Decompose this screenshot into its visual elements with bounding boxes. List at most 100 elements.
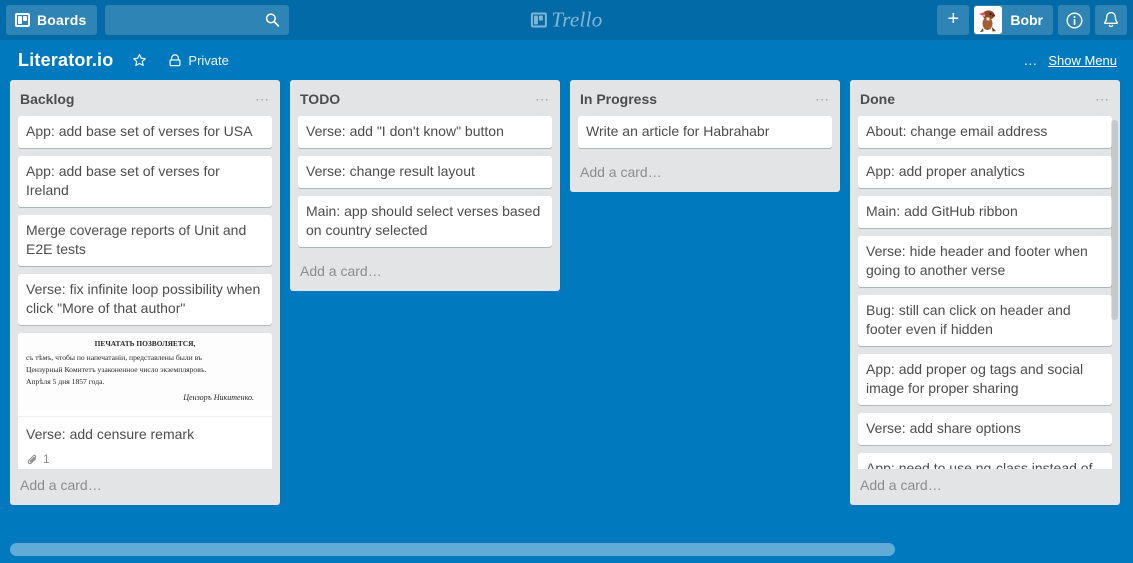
card-title: Main: app should select verses based on … xyxy=(306,203,541,238)
list-menu-icon[interactable]: ⋯ xyxy=(533,90,552,108)
card-title: Verse: hide header and footer when going… xyxy=(866,243,1088,278)
visibility-button[interactable]: Private xyxy=(161,49,235,72)
beaver-avatar xyxy=(974,6,1003,34)
list-header: Done ⋯ xyxy=(850,80,1120,116)
board-header-right: … Show Menu xyxy=(1023,52,1117,68)
card-title: App: add base set of verses for USA xyxy=(26,123,253,139)
list: Done ⋯ About: change email address App: add… xyxy=(850,80,1120,505)
star-button[interactable] xyxy=(125,49,154,72)
card-list: About: change email address App: add prop… xyxy=(850,116,1120,469)
card-title: Main: add GitHub ribbon xyxy=(866,203,1018,219)
header-right-group: + Bobr xyxy=(937,5,1127,35)
card-list: Write an article for Habrahabr xyxy=(570,116,840,156)
board-scrollbar-thumb[interactable] xyxy=(10,542,895,556)
list-title[interactable]: Backlog xyxy=(20,90,253,108)
list-menu-icon[interactable]: ⋯ xyxy=(1093,90,1112,108)
card[interactable]: Verse: fix infinite loop possibility whe… xyxy=(18,274,272,325)
card[interactable]: Bug: still can click on header and foote… xyxy=(858,295,1112,346)
list-menu-icon[interactable]: ⋯ xyxy=(253,90,272,108)
card-title: Write an article for Habrahabr xyxy=(586,123,770,139)
card-title: Verse: change result layout xyxy=(306,163,475,179)
card[interactable]: Main: add GitHub ribbon xyxy=(858,196,1112,228)
list-header: Backlog ⋯ xyxy=(10,80,280,116)
card-title: App: add base set of verses for Ireland xyxy=(26,163,220,198)
card[interactable]: Write an article for Habrahabr xyxy=(578,116,832,148)
visibility-label: Private xyxy=(188,52,229,68)
add-card-button[interactable]: Add a card… xyxy=(290,255,560,291)
card[interactable]: About: change email address xyxy=(858,116,1112,148)
add-card-button[interactable]: Add a card… xyxy=(10,469,280,505)
card-cover-image: ПЕЧАТАТЬ ПОЗВОЛЯЕТСЯ, съ тѣмъ, чтобы по н… xyxy=(18,333,272,417)
card[interactable]: App: add proper og tags and social image… xyxy=(858,354,1112,405)
card-title: Verse: add share options xyxy=(866,420,1021,436)
boards-button[interactable]: Boards xyxy=(6,5,98,35)
trello-wordmark: Trello xyxy=(551,7,603,32)
card-title: About: change email address xyxy=(866,123,1048,139)
card[interactable]: Verse: hide header and footer when going… xyxy=(858,236,1112,287)
add-card-button[interactable]: Add a card… xyxy=(850,469,1120,505)
svg-text:Цензурный Комитетъ узаконенное: Цензурный Комитетъ узаконенное число экз… xyxy=(26,365,207,374)
card[interactable]: Main: app should select verses based on … xyxy=(298,196,552,247)
card[interactable]: Merge coverage reports of Unit and E2E t… xyxy=(18,215,272,266)
search-input[interactable] xyxy=(113,6,264,34)
plus-icon: + xyxy=(947,8,960,30)
search-icon[interactable] xyxy=(265,13,280,28)
boards-button-label: Boards xyxy=(37,12,87,28)
list-title[interactable]: Done xyxy=(860,90,1093,108)
card[interactable]: Verse: add "I don't know" button xyxy=(298,116,552,148)
bell-icon xyxy=(1103,11,1119,28)
list-title[interactable]: TODO xyxy=(300,90,533,108)
add-card-button[interactable]: Add a card… xyxy=(570,156,840,192)
list: In Progress ⋯ Write an article for Habraha… xyxy=(570,80,840,192)
show-menu-link[interactable]: Show Menu xyxy=(1048,53,1117,68)
board-horizontal-scrollbar[interactable] xyxy=(0,535,1133,563)
attachment-count: 1 xyxy=(43,452,50,466)
card-title: App: add proper og tags and social image… xyxy=(866,361,1084,396)
svg-text:Апрѣля 5 дня 1857 года.: Апрѣля 5 дня 1857 года. xyxy=(26,377,104,386)
list-vertical-scrollbar[interactable] xyxy=(1111,120,1118,320)
card-title: Verse: add "I don't know" button xyxy=(306,123,504,139)
card-badges: 1 xyxy=(26,450,264,469)
member-name: Bobr xyxy=(1010,12,1043,28)
card[interactable]: Verse: change result layout xyxy=(298,156,552,188)
search-box[interactable] xyxy=(105,5,290,35)
board-icon xyxy=(530,12,547,28)
card[interactable]: App: add base set of verses for Ireland xyxy=(18,156,272,207)
list-header: TODO ⋯ xyxy=(290,80,560,116)
paperclip-icon xyxy=(27,454,37,465)
card-title: Verse: add censure remark xyxy=(26,426,195,442)
card-list: Verse: add "I don't know" button Verse: c… xyxy=(290,116,560,255)
svg-text:ПЕЧАТАТЬ ПОЗВОЛЯЕТСЯ,: ПЕЧАТАТЬ ПОЗВОЛЯЕТСЯ, xyxy=(95,339,196,348)
board-menu-dots-button[interactable]: … xyxy=(1023,52,1038,68)
star-icon xyxy=(133,53,147,66)
list-menu-icon[interactable]: ⋯ xyxy=(813,90,832,108)
board-canvas: Backlog ⋯ App: add base set of verses for … xyxy=(0,80,1133,527)
board-header: Literator.io Private … Show Menu xyxy=(0,40,1133,80)
list-title[interactable]: In Progress xyxy=(580,90,813,108)
trello-logo[interactable]: Trello xyxy=(530,8,602,33)
card-title: App: add proper analytics xyxy=(866,163,1025,179)
censure-scan-icon: ПЕЧАТАТЬ ПОЗВОЛЯЕТСЯ, съ тѣмъ, чтобы по н… xyxy=(18,333,272,411)
svg-text:Цензоръ Никитенко.: Цензоръ Никитенко. xyxy=(182,393,254,402)
card-title: App: need to use ng-class instead of dir… xyxy=(866,460,1093,469)
top-header: Boards Trello + Bobr xyxy=(0,0,1133,40)
list: TODO ⋯ Verse: add "I don't know" button Ver… xyxy=(290,80,560,291)
svg-text:съ тѣмъ, чтобы по напечатаніи,: съ тѣмъ, чтобы по напечатаніи, представл… xyxy=(26,353,202,362)
add-button[interactable]: + xyxy=(937,5,970,35)
card-title: Bug: still can click on header and foote… xyxy=(866,302,1071,337)
card-title: Merge coverage reports of Unit and E2E t… xyxy=(26,222,247,257)
info-circle-icon xyxy=(1065,11,1083,29)
info-button[interactable] xyxy=(1058,5,1090,35)
card-list: App: add base set of verses for USA App: … xyxy=(10,116,280,469)
list: Backlog ⋯ App: add base set of verses for … xyxy=(10,80,280,505)
board-title[interactable]: Literator.io xyxy=(18,50,113,71)
lock-icon xyxy=(169,53,181,66)
card[interactable]: App: need to use ng-class instead of dir… xyxy=(858,453,1112,469)
card-title: Verse: fix infinite loop possibility whe… xyxy=(26,281,261,316)
member-menu-button[interactable]: Bobr xyxy=(974,5,1053,35)
card[interactable]: ПЕЧАТАТЬ ПОЗВОЛЯЕТСЯ, съ тѣмъ, чтобы по н… xyxy=(18,333,272,469)
card[interactable]: App: add proper analytics xyxy=(858,156,1112,188)
card[interactable]: App: add base set of verses for USA xyxy=(18,116,272,148)
notifications-button[interactable] xyxy=(1095,5,1127,35)
card[interactable]: Verse: add share options xyxy=(858,413,1112,445)
